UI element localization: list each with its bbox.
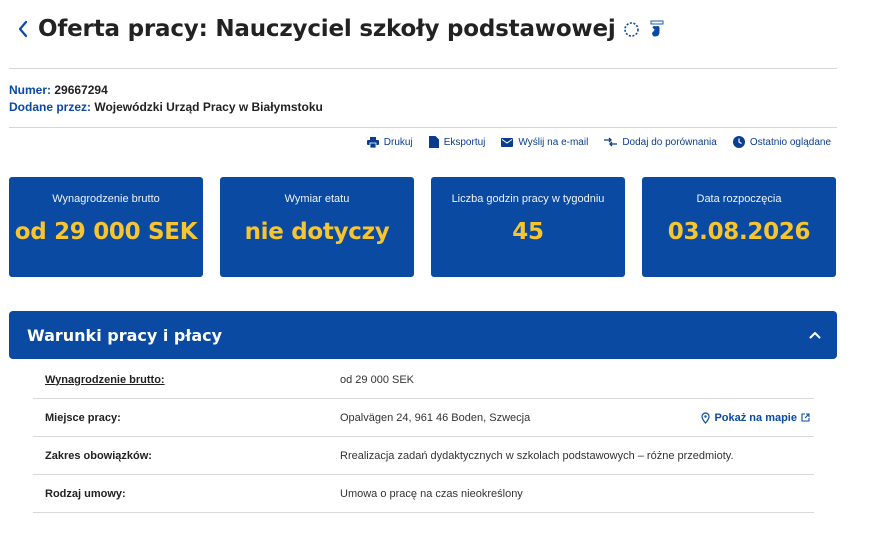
meta-divider: [9, 127, 837, 128]
offer-actions-toolbar: Drukuj Eksportuj Wyślij na e-mail Dodaj …: [366, 136, 831, 148]
card-label: Wymiar etatu: [284, 193, 350, 205]
row-key: Rodzaj umowy:: [45, 487, 126, 500]
table-row: Miejsce pracy: Opalvägen 24, 961 46 Bode…: [33, 399, 814, 437]
row-key: Zakres obowiązków:: [45, 449, 152, 462]
export-label: Eksportuj: [443, 136, 486, 148]
accessibility-circle-icon[interactable]: [623, 19, 641, 39]
card-value: od 29 000 SEK: [14, 219, 198, 245]
table-row: Rodzaj umowy: Umowa o pracę na czas nieo…: [33, 475, 814, 513]
offer-number-label: Numer:: [9, 83, 52, 97]
back-arrow-icon[interactable]: [12, 14, 34, 44]
card-value: 03.08.2026: [667, 219, 811, 245]
card-value: 45: [512, 219, 544, 245]
section-title: Warunki pracy i płacy: [27, 325, 223, 345]
mail-icon: [501, 137, 514, 147]
header-divider: [9, 68, 837, 69]
page-title: Oferta pracy: Nauczyciel szkoły podstawo…: [38, 16, 616, 42]
row-value: Rrealizacja zadań dydaktycznych w szkola…: [340, 449, 734, 462]
card-label: Data rozpoczęcia: [696, 193, 782, 205]
conditions-table: Wynagrodzenie brutto: od 29 000 SEK Miej…: [33, 361, 814, 513]
row-value: od 29 000 SEK: [340, 373, 415, 386]
card-start-date: Data rozpoczęcia 03.08.2026: [642, 177, 836, 277]
added-by-label: Dodane przez:: [9, 100, 92, 114]
card-salary: Wynagrodzenie brutto od 29 000 SEK: [9, 177, 203, 277]
clock-icon: [732, 136, 745, 148]
recently-viewed-label: Ostatnio oglądane: [749, 136, 831, 148]
added-by-value: Wojewódzki Urząd Pracy w Białymstoku: [94, 100, 323, 114]
table-row: Wynagrodzenie brutto: od 29 000 SEK: [33, 361, 814, 399]
show-on-map-link[interactable]: Pokaż na mapie: [701, 412, 810, 424]
row-value: Opalvägen 24, 961 46 Boden, Szwecja: [340, 411, 531, 424]
add-to-comparison-label: Dodaj do porównania: [622, 136, 717, 148]
summary-cards: Wynagrodzenie brutto od 29 000 SEK Wymia…: [9, 177, 836, 277]
card-weekly-hours: Liczba godzin pracy w tygodniu 45: [431, 177, 625, 277]
table-row: Zakres obowiązków: Rrealizacja zadań dyd…: [33, 437, 814, 475]
compare-icon: [604, 137, 618, 147]
document-icon: [428, 136, 439, 148]
show-on-map-label: Pokaż na mapie: [714, 411, 797, 424]
chevron-up-icon[interactable]: [809, 331, 821, 339]
printer-icon: [366, 136, 379, 148]
row-value: Umowa o pracę na czas nieokreślony: [340, 487, 523, 500]
offer-number-value: 29667294: [54, 83, 108, 97]
send-email-label: Wyślij na e-mail: [518, 136, 589, 148]
print-button[interactable]: Drukuj: [366, 136, 413, 148]
card-label: Liczba godzin pracy w tygodniu: [451, 193, 605, 205]
row-key: Wynagrodzenie brutto:: [45, 373, 165, 386]
card-value: nie dotyczy: [244, 219, 390, 245]
row-key: Miejsce pracy:: [45, 411, 121, 424]
offer-added-by: Dodane przez: Wojewódzki Urząd Pracy w B…: [9, 99, 323, 115]
send-email-button[interactable]: Wyślij na e-mail: [501, 136, 588, 148]
add-to-comparison-button[interactable]: Dodaj do porównania: [604, 136, 717, 148]
map-pin-icon: [701, 411, 711, 424]
offer-number: Numer: 29667294: [9, 82, 108, 98]
card-employment-size: Wymiar etatu nie dotyczy: [220, 177, 414, 277]
sign-language-icon[interactable]: [648, 19, 666, 39]
recently-viewed-button[interactable]: Ostatnio oglądane: [732, 136, 831, 148]
section-accordion-header[interactable]: Warunki pracy i płacy: [9, 311, 837, 359]
card-label: Wynagrodzenie brutto: [52, 193, 160, 205]
external-link-icon: [801, 413, 810, 422]
print-label: Drukuj: [383, 136, 413, 148]
page-header: Oferta pracy: Nauczyciel szkoły podstawo…: [12, 12, 666, 46]
export-button[interactable]: Eksportuj: [428, 136, 486, 148]
